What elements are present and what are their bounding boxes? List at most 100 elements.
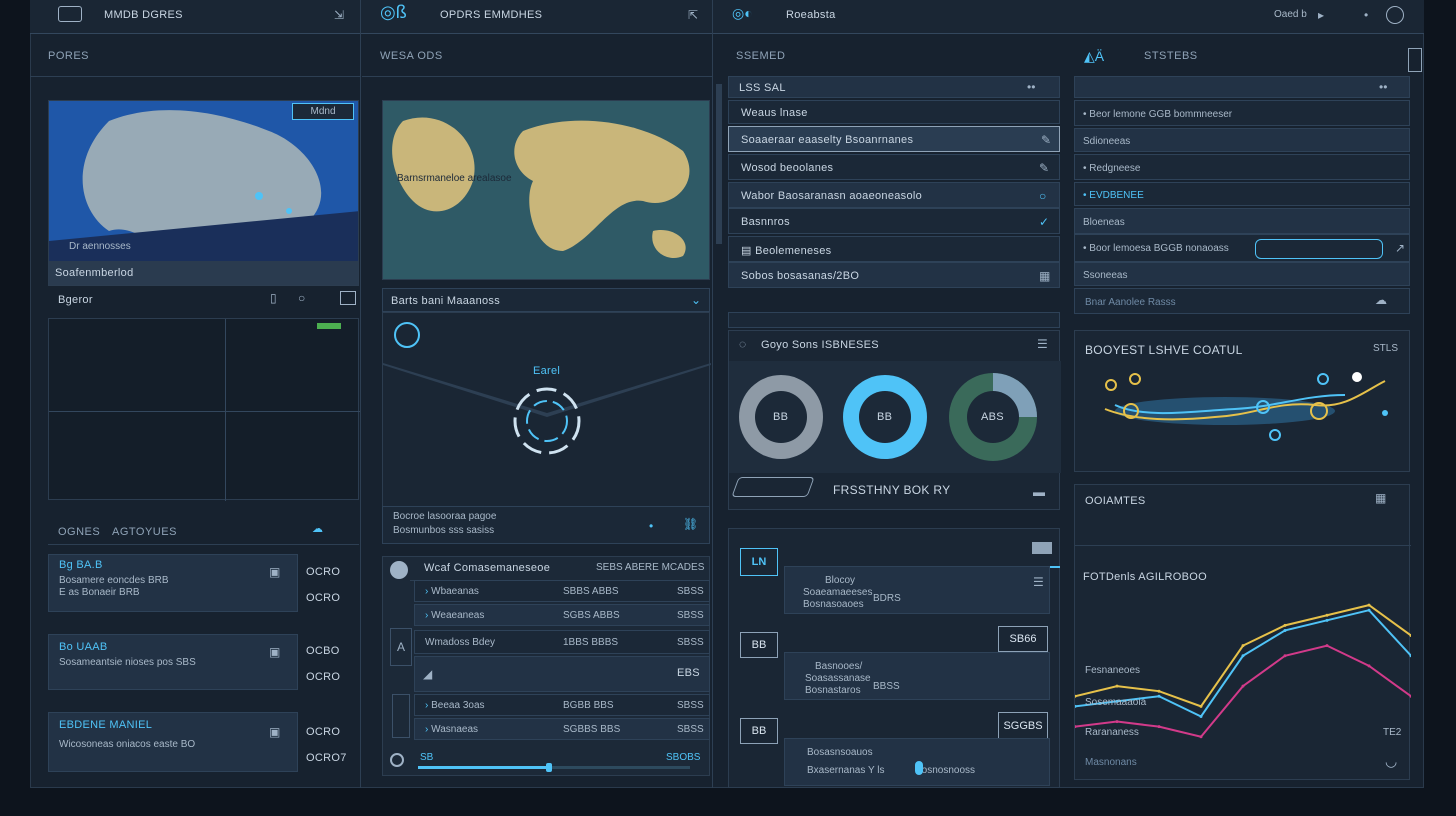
world-map-svg (383, 101, 709, 279)
list-item[interactable]: Weaus lnase (728, 100, 1060, 124)
dark-map-panel (48, 318, 360, 501)
list-item[interactable]: Wosod beoolanes ✎ (728, 154, 1060, 180)
link-icon[interactable]: ⛓ (683, 517, 698, 531)
table-row[interactable]: ◢ EBS (414, 656, 710, 692)
scrollbar[interactable] (716, 84, 722, 244)
map-legend: Dr aennosses (69, 241, 131, 252)
action-label[interactable]: FRSSTHNY BOK RY (833, 483, 950, 497)
value-box[interactable]: SGGBS (998, 712, 1048, 740)
arrow-icon[interactable]: ↗ (1395, 241, 1405, 255)
circle-icon[interactable]: ○ (1039, 189, 1046, 203)
stat-block[interactable]: Bosasnsoauos Bxasernanas Y ls Bosnosnoos… (784, 738, 1050, 786)
collapse-icon[interactable]: ⇱ (688, 8, 698, 22)
cloud-icon[interactable]: ☁ (312, 522, 323, 535)
square-icon[interactable] (340, 291, 356, 305)
info-bar: Bocroe lasooraa pagoe Bosmunbos sss sasi… (382, 506, 710, 544)
table-row[interactable]: › Wbaeanas SBBS ABBS SBSS (414, 580, 710, 602)
window-icon[interactable] (58, 6, 82, 22)
chevron-icon[interactable]: ⌄ (691, 293, 701, 307)
triangle-icon: ◢ (423, 667, 433, 681)
list-item[interactable]: Bo UAAB Sosameantsie nioses pos SBS ▣ (48, 634, 298, 690)
col4-header: STSTEBS (1144, 50, 1198, 62)
chart-point (1115, 684, 1119, 688)
map-badge[interactable]: Mdnd (292, 103, 354, 120)
table-row[interactable]: › Beeaa 3oas BGBB BBS SBSS (414, 694, 710, 716)
check-icon[interactable]: ✓ (1039, 215, 1049, 229)
grid-icon[interactable]: ▦ (1375, 491, 1386, 505)
cloud-icon[interactable]: ☁ (1375, 293, 1387, 307)
dot-icon[interactable]: • (1364, 8, 1368, 22)
play-icon[interactable] (390, 753, 404, 767)
slider-track[interactable] (418, 763, 690, 772)
right-text: Oaed b (1274, 9, 1307, 20)
chart-point (1199, 704, 1203, 708)
list-item[interactable]: Ssoneeas (1074, 262, 1410, 286)
chart-point (1325, 644, 1329, 648)
dots-icon[interactable]: •• (1379, 80, 1387, 94)
table-row[interactable]: › Weaeaneas SGBS ABBS SBSS (414, 604, 710, 626)
stat-block[interactable]: Basnooes/ Soasassanase Bosnastaros BBSS (784, 652, 1050, 700)
stat-block[interactable]: Blocoy Soaeamaeeses Bosnasoaoes BDRS ☰ (784, 566, 1050, 614)
world-map-gold[interactable]: Barnsrmaneloe arealasoe (382, 100, 710, 280)
list-item-header: LSS SAL •• (728, 76, 1060, 98)
list-item[interactable]: Bg BA.B Bosamere eoncdes BRB E as Bonaei… (48, 554, 298, 612)
stat-icon[interactable]: BB (740, 632, 778, 658)
list-item[interactable]: Sdioneeas (1074, 128, 1410, 152)
list-icon[interactable]: ☰ (1033, 575, 1044, 589)
value-box[interactable]: SB66 (998, 626, 1048, 652)
list-item-selected[interactable]: Soaaeraar eaaselty Bsoanrnanes ✎ (728, 126, 1060, 152)
panel-toggle-icon[interactable] (1408, 48, 1422, 72)
dots-icon[interactable]: •• (1027, 80, 1035, 94)
loading-icon: ◌ (739, 337, 747, 351)
dots-icon[interactable]: ▬ (1033, 485, 1045, 499)
tab-ognes[interactable]: OGNES (58, 526, 100, 538)
list-item[interactable]: • Beor lemone GGB bommneeser (1074, 100, 1410, 126)
logo-icon: ◎ß (380, 2, 407, 22)
chart-point (1157, 694, 1161, 698)
list-item[interactable]: • Redgneese (1074, 154, 1410, 180)
list-item[interactable]: • EVDBENEE (1074, 182, 1410, 206)
table-row[interactable]: Wmadoss Bdey 1BBS BBBS SBSS (414, 630, 710, 654)
edit-icon[interactable]: ✎ (1041, 133, 1051, 147)
stat-icon[interactable]: LN (740, 548, 778, 576)
menu-icon[interactable]: ☰ (1037, 337, 1048, 351)
chart-point (1367, 608, 1371, 612)
letter-a-icon[interactable]: A (390, 628, 412, 666)
avatar (390, 561, 408, 579)
list-item[interactable]: EBDENE MANIEL Wicosoneas oniacos easte B… (48, 712, 298, 772)
arrow-icon[interactable]: ▸ (1318, 8, 1324, 22)
chart-label-1: Fesnaneoes (1085, 665, 1141, 676)
list-item[interactable]: Basnnros ✓ (728, 208, 1060, 234)
save-icon[interactable]: ▣ (269, 565, 280, 579)
dot-icon[interactable]: • (649, 519, 653, 533)
table-row[interactable]: › Wasnaeas SGBBS BBS SBSS (414, 718, 710, 740)
search-field[interactable] (1255, 239, 1383, 259)
tab-agtoyues[interactable]: AGTOYUES (112, 526, 177, 538)
list-item[interactable]: • Boor lemoesa BGGB nonaoass ↗ (1074, 234, 1410, 262)
list-item[interactable]: Wabor Baosaranasn aoaeoneasolo ○ (728, 182, 1060, 208)
flag-icon[interactable] (1032, 542, 1052, 554)
grid-icon[interactable]: ▦ (1039, 269, 1050, 283)
list-item[interactable]: ▤ Beolemeneses (728, 236, 1060, 262)
refresh-icon[interactable]: ○ (298, 291, 305, 305)
pencil-icon[interactable]: ✎ (1039, 161, 1049, 175)
chart-point (1325, 618, 1329, 622)
slider-thumb[interactable] (545, 763, 552, 772)
section2-title: Bgeror (58, 294, 93, 306)
power-icon[interactable] (1386, 6, 1404, 24)
save-icon[interactable]: ▣ (269, 725, 280, 739)
map-caption: Soafenmberlod (55, 267, 134, 279)
grid-icon[interactable]: ▯ (270, 291, 277, 305)
stat-icon[interactable]: BB (740, 718, 778, 744)
world-map-panel[interactable]: Mdnd Dr aennosses Soafenmberlod (48, 100, 359, 286)
save-icon[interactable]: ▣ (269, 645, 280, 659)
list-item[interactable]: Sobos bosasanas/2BO ▦ (728, 262, 1060, 288)
radar-panel: Earel (382, 312, 711, 508)
list-item[interactable]: Bnar Aanolee Rasss ☁ (1074, 288, 1410, 314)
expand-icon[interactable]: ⇲ (334, 8, 344, 22)
chart-point (1157, 725, 1161, 729)
list-item[interactable]: Bloeneas (1074, 208, 1410, 234)
input-shape[interactable] (731, 477, 815, 497)
network-graphic (1104, 372, 1388, 441)
center-title: OPDRS EMMDHES (440, 9, 543, 21)
